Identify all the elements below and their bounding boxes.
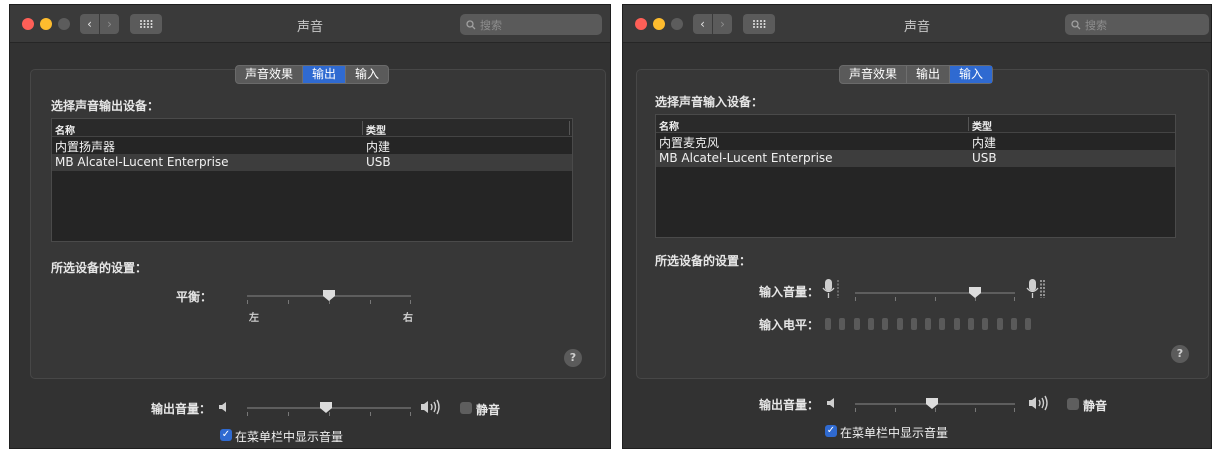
device-name: 内置麦克风 [659, 136, 720, 150]
search-icon [1071, 19, 1081, 29]
table-row[interactable]: 内置扬声器 内建 [52, 137, 572, 154]
tab-bar: 声音效果 输出 输入 [839, 65, 994, 84]
speaker-high-icon [1029, 395, 1048, 411]
level-segment [867, 318, 874, 330]
level-segment [925, 318, 932, 330]
device-type: USB [972, 151, 997, 165]
column-type[interactable]: 类型 [366, 122, 386, 137]
tab-bar: 声音效果 输出 输入 [235, 65, 390, 84]
show-in-menubar-checkbox[interactable]: ✓ [220, 429, 232, 441]
output-volume-slider[interactable] [855, 398, 1015, 412]
speaker-low-icon [827, 398, 834, 408]
device-type: 内建 [972, 136, 997, 150]
level-segment [1010, 318, 1017, 330]
device-name: MB Alcatel-Lucent Enterprise [55, 155, 229, 169]
help-button[interactable]: ? [1171, 345, 1189, 363]
search-field[interactable]: 搜索 [1065, 14, 1209, 35]
column-name[interactable]: 名称 [659, 118, 679, 133]
level-segment [839, 318, 846, 330]
device-type: USB [366, 155, 391, 169]
level-segment [996, 318, 1003, 330]
level-segment [982, 318, 989, 330]
mute-label: 静音 [476, 403, 501, 417]
section-title: 选择声音输入设备： [655, 95, 764, 109]
mute-label: 静音 [1083, 399, 1108, 413]
balance-slider[interactable] [247, 290, 411, 304]
search-placeholder: 搜索 [1085, 18, 1107, 32]
output-volume-thumb[interactable] [319, 402, 332, 414]
level-segment [910, 318, 917, 330]
tab-input[interactable]: 输入 [346, 66, 388, 83]
tab-output[interactable]: 输出 [303, 66, 347, 83]
speaker-high-icon [421, 399, 440, 415]
settings-title: 所选设备的设置： [51, 261, 148, 275]
mute-checkbox[interactable] [460, 402, 472, 414]
column-type[interactable]: 类型 [972, 118, 992, 133]
balance-left-label: 左 [249, 313, 259, 324]
microphone-low-icon [822, 279, 839, 298]
tab-sound-effects[interactable]: 声音效果 [840, 66, 908, 83]
column-name[interactable]: 名称 [55, 122, 75, 137]
titlebar: ‹ › 声音 搜索 [10, 5, 610, 43]
level-segment [968, 318, 974, 330]
search-icon [466, 19, 476, 29]
tab-sound-effects[interactable]: 声音效果 [236, 66, 304, 83]
device-type: 内建 [366, 140, 391, 154]
device-name: MB Alcatel-Lucent Enterprise [659, 151, 833, 165]
level-segment [853, 318, 860, 330]
show-in-menubar-label: 在菜单栏中显示音量 [840, 426, 949, 440]
output-volume-slider[interactable] [247, 402, 411, 416]
search-placeholder: 搜索 [480, 18, 502, 32]
output-volume-label: 输出音量： [151, 402, 212, 416]
table-header: 名称 类型 [656, 115, 1175, 133]
device-table: 名称 类型 内置麦克风 内建 MB Alcatel-Lucent Enterpr… [655, 114, 1176, 238]
input-level-meter [825, 317, 1055, 331]
level-segment [939, 318, 946, 330]
input-level-label: 输入电平： [759, 318, 820, 332]
section-title: 选择声音输出设备： [51, 99, 160, 113]
show-in-menubar-checkbox[interactable]: ✓ [825, 425, 837, 437]
level-segment [896, 318, 903, 330]
tab-input[interactable]: 输入 [950, 66, 993, 83]
input-volume-slider[interactable] [855, 287, 1015, 301]
output-volume-thumb[interactable] [925, 398, 938, 410]
output-volume-label: 输出音量： [759, 398, 820, 412]
input-volume-thumb[interactable] [969, 287, 981, 299]
level-segment [1025, 318, 1032, 330]
search-field[interactable]: 搜索 [460, 14, 602, 35]
show-in-menubar-label: 在菜单栏中显示音量 [235, 430, 344, 444]
level-segment [825, 318, 831, 330]
device-table: 名称 类型 内置扬声器 内建 MB Alcatel-Lucent Enterpr… [51, 118, 573, 242]
balance-label: 平衡： [176, 290, 213, 304]
help-button[interactable]: ? [564, 349, 582, 367]
sound-window-input: ‹ › 声音 搜索 声音效果 输出 输入 选择声音输入设备： 名称 类型 内置麦… [622, 4, 1212, 449]
table-row[interactable]: MB Alcatel-Lucent Enterprise USB [52, 154, 572, 171]
balance-slider-thumb[interactable] [323, 290, 335, 302]
settings-title: 所选设备的设置： [655, 254, 752, 268]
mute-checkbox[interactable] [1067, 398, 1079, 410]
tab-output[interactable]: 输出 [907, 66, 951, 83]
table-row[interactable]: 内置麦克风 内建 [656, 133, 1175, 150]
input-volume-label: 输入音量： [759, 285, 820, 299]
microphone-high-icon [1026, 279, 1045, 298]
device-name: 内置扬声器 [55, 140, 116, 154]
speaker-low-icon [219, 402, 226, 412]
titlebar: ‹ › 声音 搜索 [623, 5, 1211, 43]
table-row[interactable]: MB Alcatel-Lucent Enterprise USB [656, 150, 1175, 167]
level-segment [953, 318, 960, 330]
level-segment [882, 318, 889, 330]
table-header: 名称 类型 [52, 119, 572, 137]
sound-window-output: ‹ › 声音 搜索 声音效果 输出 输入 选择声音输出设备： 名称 类型 内置扬… [9, 4, 611, 449]
balance-right-label: 右 [403, 313, 413, 324]
